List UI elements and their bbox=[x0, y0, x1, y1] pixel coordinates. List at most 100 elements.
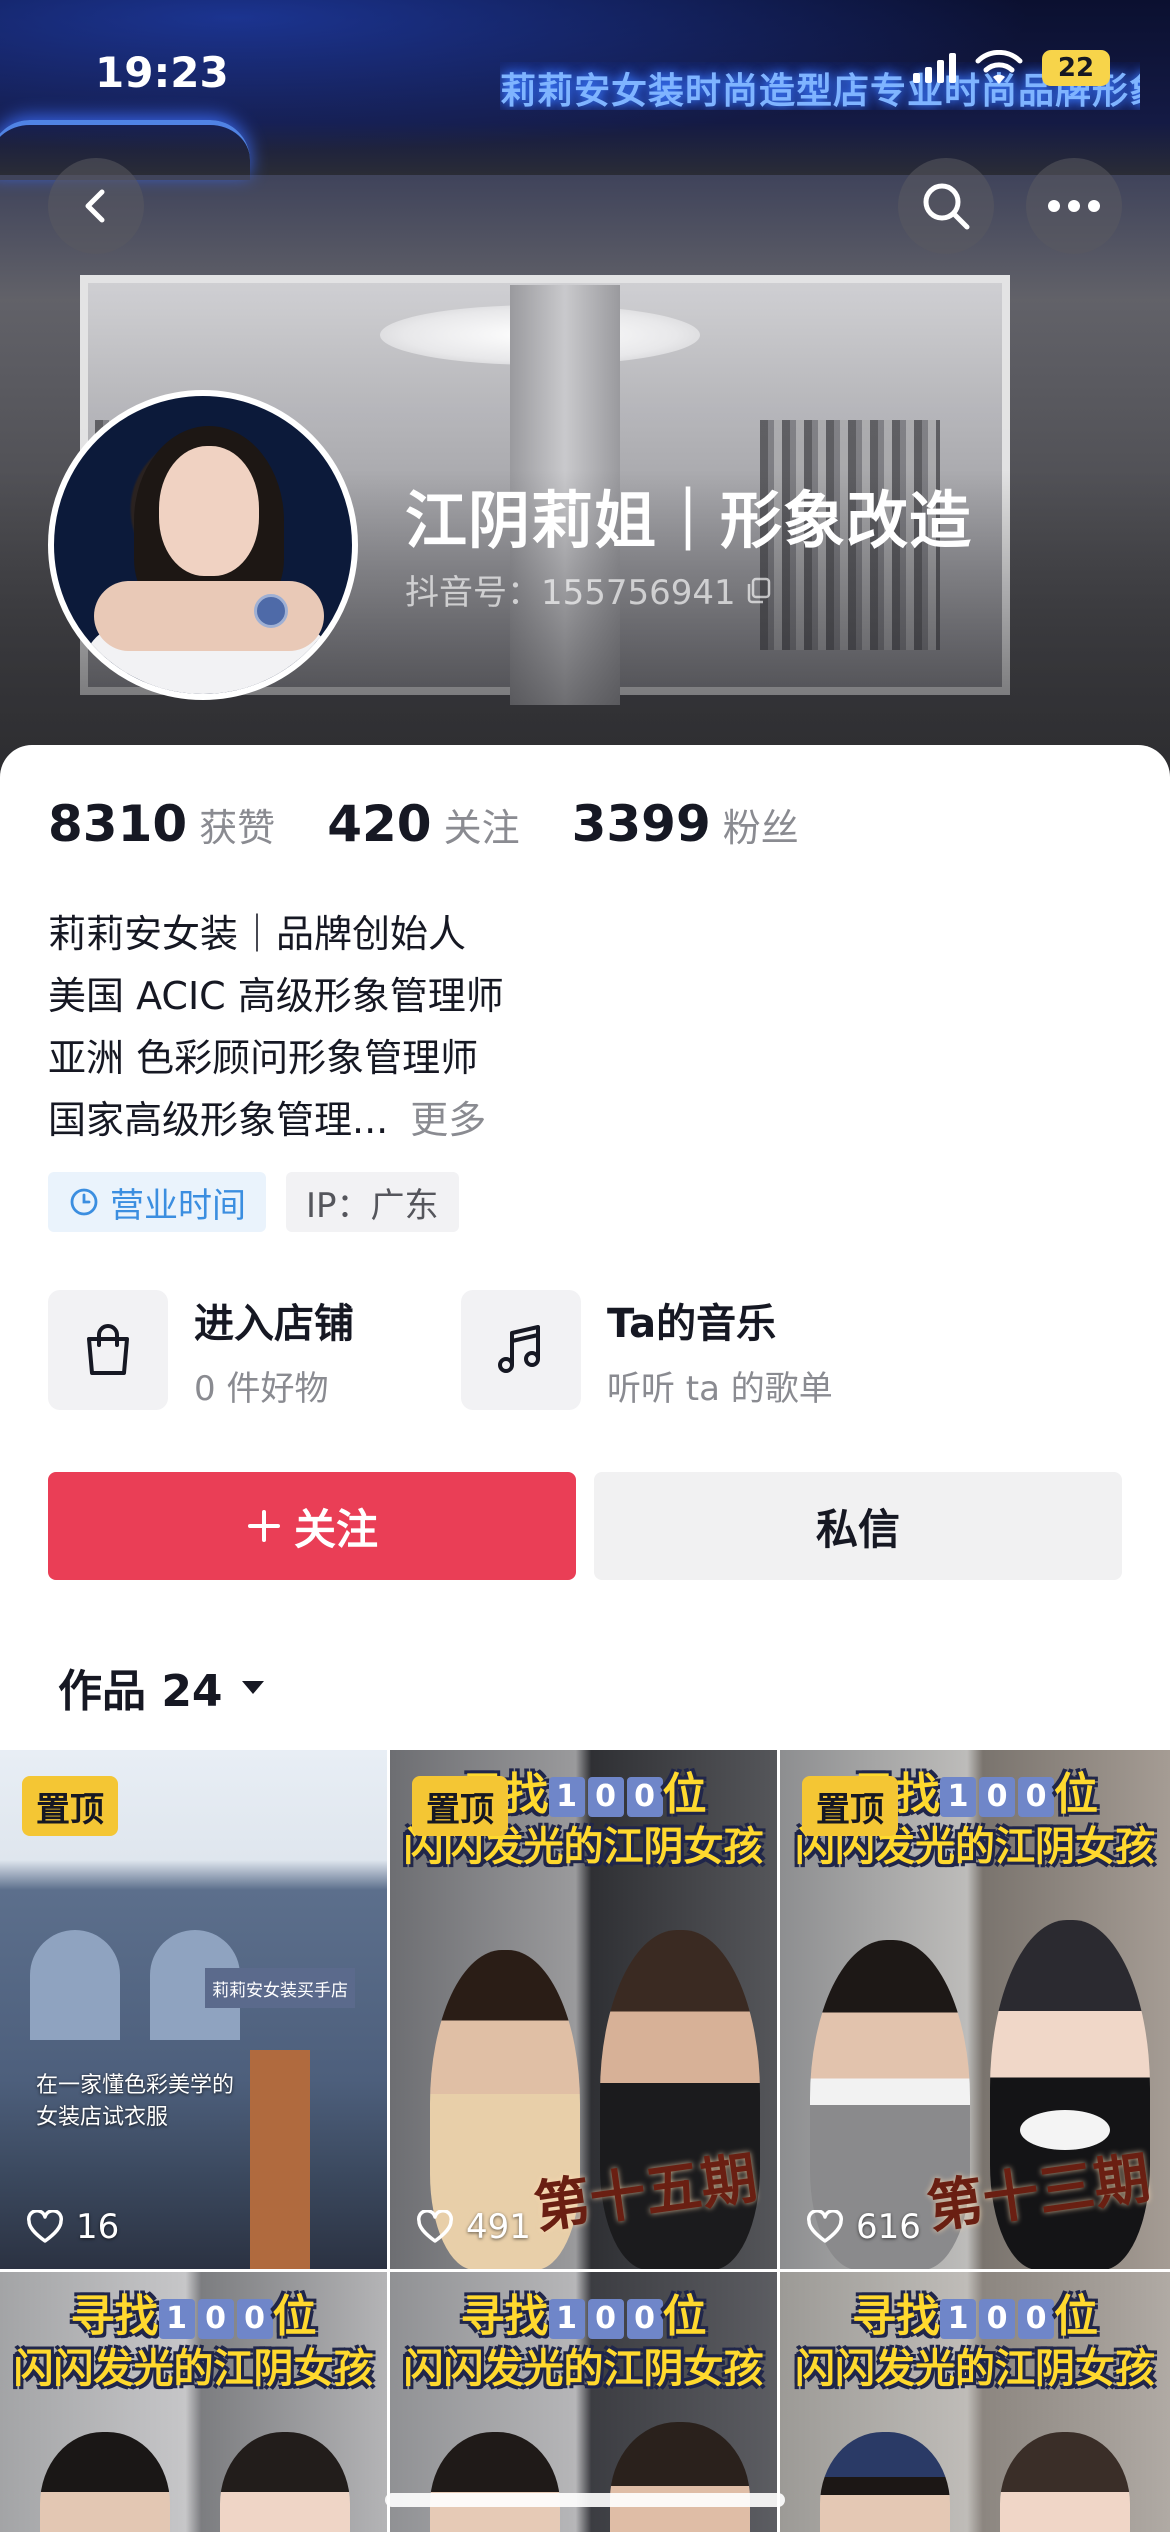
back-button[interactable] bbox=[48, 158, 144, 254]
message-button-label: 私信 bbox=[815, 1504, 900, 1554]
video-title-line: 寻找100位 bbox=[390, 2290, 777, 2344]
video-title-number: 100 bbox=[940, 1777, 1054, 1817]
bio-line: 莉莉安女装｜品牌创始人 bbox=[48, 912, 467, 956]
avatar[interactable] bbox=[48, 390, 358, 700]
follow-button[interactable]: 关注 bbox=[48, 1472, 576, 1580]
title-digit-box: 0 bbox=[626, 2299, 663, 2339]
video-title-line: 寻找100位 bbox=[0, 2290, 387, 2344]
chevron-left-icon bbox=[85, 189, 105, 223]
video-title-line: 寻找100位 bbox=[780, 2290, 1170, 2344]
stats-row: 8310 获赞 420 关注 3399 粉丝 bbox=[48, 795, 851, 853]
video-tile[interactable]: 寻找 1 0 0 位 闪闪发光的江阴女孩 bbox=[0, 2272, 387, 2532]
video-title-number: 100 bbox=[158, 2299, 273, 2339]
pinned-badge: 置顶 bbox=[22, 1776, 118, 1836]
works-tab-label: 作品 24 bbox=[58, 1666, 223, 1717]
video-likes-count: 616 bbox=[856, 2207, 921, 2247]
shopping-bag-icon bbox=[87, 1324, 129, 1375]
heart-icon bbox=[417, 2210, 453, 2243]
title-digit-box: 1 bbox=[158, 2299, 195, 2339]
video-title-text: 寻找 bbox=[70, 2291, 159, 2342]
stat-value: 8310 bbox=[48, 795, 188, 853]
video-likes: 16 bbox=[26, 2207, 119, 2247]
bio-line: 国家高级形象管理... bbox=[48, 1098, 389, 1142]
video-title-line: 闪闪发光的江阴女孩 bbox=[795, 2346, 1155, 2392]
stat-value: 3399 bbox=[571, 795, 711, 853]
heart-icon bbox=[27, 2210, 63, 2243]
copy-icon[interactable] bbox=[744, 575, 774, 605]
profile-actions: 关注 私信 bbox=[48, 1472, 1122, 1580]
shop-entry-icon-box bbox=[48, 1290, 168, 1410]
avatar-watch bbox=[254, 594, 288, 628]
status-icons: 22 bbox=[913, 50, 1110, 86]
wifi-icon bbox=[975, 50, 1023, 84]
shop-window bbox=[30, 1930, 120, 2040]
video-title-text: 位 bbox=[662, 2291, 707, 2342]
stat-likes[interactable]: 8310 获赞 bbox=[48, 795, 275, 853]
video-title-text: 寻找 bbox=[460, 2291, 549, 2342]
video-likes-count: 491 bbox=[466, 2207, 531, 2247]
video-tile[interactable]: 寻找 1 0 0 位 闪闪发光的江阴女孩 bbox=[780, 2272, 1170, 2532]
stat-label: 粉丝 bbox=[722, 806, 799, 850]
music-entry-title: Ta的音乐 bbox=[607, 1300, 777, 1347]
bio-line: 美国 ACIC 高级形象管理师 bbox=[48, 974, 504, 1018]
title-digit-box: 0 bbox=[587, 1777, 624, 1817]
profile-name: 江阴莉姐｜形象改造 bbox=[405, 484, 973, 557]
title-digit-box: 0 bbox=[1018, 2299, 1054, 2339]
video-caption: 在一家懂色彩美学的 女装店试衣服 bbox=[36, 2070, 234, 2134]
video-likes: 491 bbox=[416, 2207, 531, 2247]
business-hours-label: 营业时间 bbox=[110, 1185, 246, 1226]
works-tab[interactable]: 作品 24 bbox=[58, 1655, 267, 1719]
stat-label: 关注 bbox=[443, 806, 520, 850]
video-caption-line: 女装店试衣服 bbox=[36, 2105, 169, 2130]
video-title-text: 位 bbox=[662, 1769, 707, 1820]
stat-followers[interactable]: 3399 粉丝 bbox=[572, 795, 799, 853]
profile-entries: 进入店铺 0 件好物 Ta的音乐 听听 ta 的歌单 bbox=[48, 1290, 874, 1410]
music-entry-subtitle: 听听 ta 的歌单 bbox=[607, 1368, 833, 1409]
douyin-id[interactable]: 抖音号：155756941 bbox=[405, 565, 774, 614]
stat-following[interactable]: 420 关注 bbox=[327, 795, 519, 853]
shop-pillar bbox=[250, 2050, 310, 2269]
ip-location-label: IP：广东 bbox=[306, 1185, 439, 1226]
title-digit-box: 1 bbox=[548, 1777, 585, 1817]
title-digit-box: 0 bbox=[979, 1777, 1015, 1817]
video-title-line: 闪闪发光的江阴女孩 bbox=[13, 2346, 374, 2392]
message-button[interactable]: 私信 bbox=[594, 1472, 1122, 1580]
music-note-icon bbox=[498, 1325, 540, 1373]
title-digit-box: 1 bbox=[940, 2299, 976, 2339]
more-options-button[interactable] bbox=[1026, 158, 1122, 254]
bio-more-link[interactable]: 更多 bbox=[410, 1098, 486, 1142]
title-digit-box: 0 bbox=[197, 2299, 234, 2339]
home-indicator[interactable] bbox=[385, 2493, 785, 2507]
stat-value: 420 bbox=[327, 795, 432, 853]
pinned-badge: 置顶 bbox=[412, 1776, 508, 1836]
video-tile[interactable]: 寻找100位 闪闪发光的江阴女孩 第十五期 置顶 491 bbox=[390, 1750, 777, 2269]
shop-sign: 莉莉安女装买手店 bbox=[205, 1968, 355, 2008]
video-tile[interactable]: 莉莉安女装买手店 在一家懂色彩美学的 女装店试衣服 置顶 16 bbox=[0, 1750, 387, 2269]
heart-icon bbox=[807, 2210, 843, 2243]
profile-tags: 营业时间 IP：广东 bbox=[48, 1172, 459, 1232]
stat-label: 获赞 bbox=[199, 806, 276, 850]
clock-icon bbox=[70, 1188, 98, 1216]
bio-line: 亚洲 色彩顾问形象管理师 bbox=[48, 1036, 479, 1080]
title-digit-box: 0 bbox=[979, 2299, 1015, 2339]
music-entry-icon-box bbox=[461, 1290, 581, 1410]
shop-entry-subtitle: 0 件好物 bbox=[194, 1368, 329, 1409]
video-title-text: 位 bbox=[272, 2291, 317, 2342]
title-digit-box: 0 bbox=[626, 1777, 663, 1817]
video-title-text: 位 bbox=[1054, 1769, 1098, 1820]
bio-line-last: 国家高级形象管理... 更多 bbox=[48, 1089, 504, 1151]
shop-entry[interactable]: 进入店铺 0 件好物 bbox=[48, 1290, 461, 1410]
ip-location-tag: IP：广东 bbox=[286, 1172, 459, 1232]
video-grid: 莉莉安女装买手店 在一家懂色彩美学的 女装店试衣服 置顶 16 寻找100位 闪… bbox=[0, 1750, 1170, 2532]
video-tile[interactable]: 寻找100位 闪闪发光的江阴女孩 第十三期 置顶 616 bbox=[780, 1750, 1170, 2269]
search-button[interactable] bbox=[898, 158, 994, 254]
business-hours-tag[interactable]: 营业时间 bbox=[48, 1172, 266, 1232]
title-digit-box: 0 bbox=[587, 2299, 624, 2339]
music-entry[interactable]: Ta的音乐 听听 ta 的歌单 bbox=[461, 1290, 874, 1410]
video-title-text: 位 bbox=[1054, 2291, 1098, 2342]
title-digit-box: 0 bbox=[236, 2299, 273, 2339]
pinned-badge: 置顶 bbox=[802, 1776, 898, 1836]
caret-down-icon bbox=[241, 1681, 264, 1694]
video-title-number: 100 bbox=[548, 2299, 663, 2339]
video-title-number: 100 bbox=[940, 2299, 1054, 2339]
